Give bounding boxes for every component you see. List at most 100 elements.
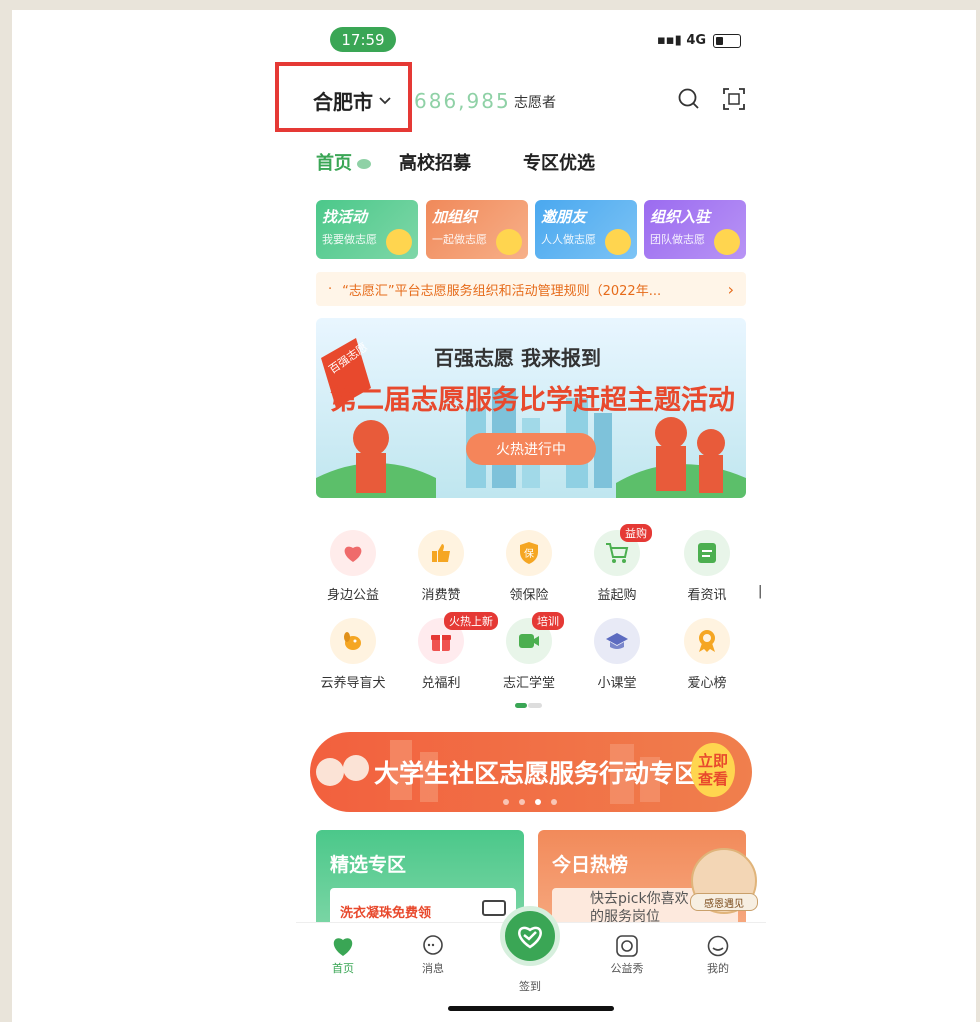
dog-icon xyxy=(344,632,361,650)
grid-item-news[interactable]: 看资讯 xyxy=(672,530,742,603)
medal-icon xyxy=(699,630,715,652)
grid-item-label: 兑福利 xyxy=(421,676,461,691)
grid-item-label: 志汇学堂 xyxy=(502,676,555,691)
tabbar-home[interactable]: 首页 xyxy=(313,935,373,976)
tabbar-message[interactable]: 消息 xyxy=(403,935,463,976)
tab-home[interactable]: 首页 xyxy=(316,149,352,175)
card-title: 找活动 xyxy=(322,208,368,226)
page-indicator xyxy=(528,703,542,708)
video-icon xyxy=(519,634,539,648)
news-icon xyxy=(698,543,716,563)
home-indicator xyxy=(448,1006,614,1011)
grid-item-academy[interactable]: 培训 志汇学堂 xyxy=(494,612,564,691)
card-org-register[interactable]: 组织入驻 团队做志愿 xyxy=(644,200,746,259)
grid-item-label: 领保险 xyxy=(509,588,549,603)
card-subtitle: 一起做志愿 xyxy=(432,233,487,246)
grid-item-insurance[interactable]: 保 领保险 xyxy=(494,530,564,603)
grid-overflow-edge: | xyxy=(758,584,763,599)
panel-item-text: 快去pick你喜欢的服务岗位 xyxy=(590,891,689,925)
grid-item-welfare[interactable]: 火热上新 兑福利 xyxy=(406,612,498,691)
badge-label: 培训 xyxy=(532,612,564,630)
product-icon xyxy=(482,900,506,916)
grid-item-mini-class[interactable]: 小课堂 xyxy=(582,618,652,691)
main-banner[interactable]: 百强志愿 我来报到 第二届志愿服务比学赶超主题活动 火热进行中 百强志愿 xyxy=(316,318,746,498)
card-join-org[interactable]: 加组织 一起做志愿 xyxy=(426,200,528,259)
chevron-right-icon: › xyxy=(727,279,734,299)
signal-indicator: ▪︎▪︎▮ 4G xyxy=(657,33,706,48)
volunteer-label: 志愿者 xyxy=(514,95,556,111)
tab-featured-zone[interactable]: 专区优选 xyxy=(523,149,595,175)
banner-cta-button[interactable]: 火热进行中 xyxy=(466,433,596,465)
tabbar-label: 公益秀 xyxy=(610,962,644,975)
mascot-icon xyxy=(714,229,740,255)
gift-icon xyxy=(431,635,451,651)
tabbar-checkin-label: 签到 xyxy=(519,980,541,993)
banner-slogan: 百强志愿 我来报到 xyxy=(434,346,601,370)
card-subtitle: 人人做志愿 xyxy=(541,233,596,246)
message-icon xyxy=(423,935,443,955)
heart-hands-icon xyxy=(344,546,362,562)
grid-item-charity-shopping[interactable]: 益购 益起购 xyxy=(582,524,652,603)
mascot-icon xyxy=(386,229,412,255)
card-subtitle: 团队做志愿 xyxy=(650,233,705,246)
volunteer-count: 686,985 xyxy=(414,89,511,113)
network-label: 4G xyxy=(686,33,707,48)
profile-icon xyxy=(707,935,729,957)
thumb-up-icon xyxy=(432,544,450,562)
grid-item-love-rank[interactable]: 爱心榜 xyxy=(672,618,742,691)
page-indicator-active xyxy=(515,703,527,708)
card-invite-friends[interactable]: 邀朋友 人人做志愿 xyxy=(535,200,637,259)
panel-featured-zone[interactable]: 精选专区 洗衣凝珠免费领 xyxy=(316,830,524,930)
grid-item-label: 身边公益 xyxy=(326,588,379,603)
notice-bar[interactable]: · “志愿汇”平台志愿服务组织和活动管理规则（2022年... › xyxy=(316,272,746,306)
bullet-icon: · xyxy=(328,281,333,297)
battery-icon xyxy=(713,34,741,48)
panel-title: 精选专区 xyxy=(330,854,407,876)
scan-icon[interactable] xyxy=(721,86,747,112)
tab-campus-recruit[interactable]: 高校招募 xyxy=(399,149,471,175)
mascot-icon xyxy=(496,229,522,255)
cart-icon xyxy=(606,543,629,563)
checkin-button[interactable] xyxy=(500,906,560,966)
svg-text:保: 保 xyxy=(524,547,534,560)
tabbar-label: 首页 xyxy=(332,962,354,975)
grid-item-consume-like[interactable]: 消费赞 xyxy=(406,530,476,603)
tabbar-mine[interactable]: 我的 xyxy=(688,935,748,976)
card-title: 邀朋友 xyxy=(541,208,587,226)
activity-banner[interactable]: 大学生社区志愿服务行动专区 立即查看 xyxy=(310,732,752,812)
tab-home-indicator-icon xyxy=(357,159,371,169)
badge-label: 益购 xyxy=(620,524,652,542)
activity-banner-title: 大学生社区志愿服务行动专区 xyxy=(374,759,700,788)
card-title: 加组织 xyxy=(432,208,478,226)
grid-item-label: 云养导盲犬 xyxy=(320,676,386,691)
card-find-activity[interactable]: 找活动 我要做志愿 xyxy=(316,200,418,259)
tabbar-label: 我的 xyxy=(707,962,729,975)
search-icon[interactable] xyxy=(676,86,702,112)
panel-title: 今日热榜 xyxy=(552,854,629,876)
grid-item-nearby-charity[interactable]: 身边公益 xyxy=(318,530,388,603)
banner-title: 第二届志愿服务比学赶超主题活动 xyxy=(330,385,735,416)
grid-item-label: 爱心榜 xyxy=(687,676,727,691)
graduation-cap-icon xyxy=(606,633,628,649)
signal-bars-icon: ▪︎▪︎▮ xyxy=(657,33,682,48)
card-subtitle: 我要做志愿 xyxy=(322,233,377,246)
grid-item-label: 看资讯 xyxy=(687,588,727,603)
grid-item-label: 消费赞 xyxy=(421,588,461,603)
activity-banner-cta[interactable]: 立即查看 xyxy=(691,743,735,797)
grid-item-guide-dog[interactable]: 云养导盲犬 xyxy=(318,618,388,691)
grid-item-label: 益起购 xyxy=(597,588,637,603)
shield-icon: 保 xyxy=(520,542,538,564)
card-title: 组织入驻 xyxy=(650,208,711,226)
checkin-icon xyxy=(518,926,542,949)
heart-home-icon xyxy=(333,938,353,956)
notice-text: “志愿汇”平台志愿服务组织和活动管理规则（2022年... xyxy=(342,283,662,299)
mascot-icon xyxy=(605,229,631,255)
status-time: 17:59 xyxy=(330,27,396,52)
city-highlight-box xyxy=(275,62,412,132)
grid-item-label: 小课堂 xyxy=(597,676,637,691)
tabbar-charity-show[interactable]: 公益秀 xyxy=(597,935,657,976)
camera-icon xyxy=(616,935,638,957)
badge-label: 火热上新 xyxy=(444,612,498,630)
panel-item-text: 洗衣凝珠免费领 xyxy=(340,906,432,921)
floating-promo-label: 感恩遇见 xyxy=(690,893,758,911)
